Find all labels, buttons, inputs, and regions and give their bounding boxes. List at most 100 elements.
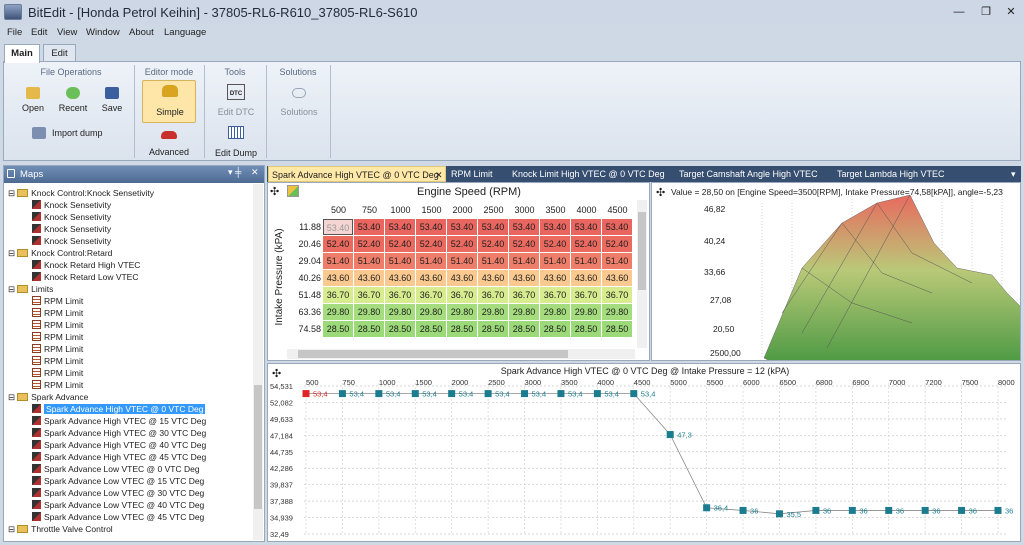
menu-about[interactable]: About — [129, 27, 154, 38]
grid-cell[interactable]: 29.80 — [571, 304, 601, 320]
close-button[interactable]: ✕ — [1000, 3, 1022, 21]
grid-cell[interactable]: 36.70 — [447, 287, 477, 303]
tree-item[interactable]: Spark Advance Low VTEC @ 30 VTC Deg — [32, 487, 204, 499]
grid-cell[interactable]: 36.70 — [509, 287, 539, 303]
grid-cell[interactable]: 28.50 — [447, 321, 477, 337]
tab-target-camshaft[interactable]: Target Camshaft Angle High VTEC — [679, 166, 818, 182]
grid-cell[interactable]: 53.40 — [323, 219, 353, 235]
tree-item[interactable]: RPM Limit — [32, 367, 83, 379]
grid-cell[interactable]: 51.40 — [540, 253, 570, 269]
grid-cell[interactable]: 36.70 — [385, 287, 415, 303]
grid-cell[interactable]: 53.40 — [571, 219, 601, 235]
minimize-button[interactable]: — — [948, 3, 970, 21]
tab-target-lambda[interactable]: Target Lambda High VTEC — [837, 166, 945, 182]
grid-cell[interactable]: 52.40 — [416, 236, 446, 252]
grid-cell[interactable]: 51.40 — [416, 253, 446, 269]
color-scale-icon[interactable] — [287, 185, 299, 197]
surface-plot-3d[interactable]: ✣ Value = 28,50 on [Engine Speed=3500[RP… — [651, 182, 1021, 361]
grid-cell[interactable]: 28.50 — [323, 321, 353, 337]
recent-button[interactable]: Recent — [54, 85, 92, 117]
menu-window[interactable]: Window — [86, 27, 120, 38]
tree-item[interactable]: RPM Limit — [32, 319, 83, 331]
menu-language[interactable]: Language — [164, 27, 206, 38]
grid-cell[interactable]: 51.40 — [354, 253, 384, 269]
grid-cell[interactable]: 43.60 — [571, 270, 601, 286]
grid-cell[interactable]: 53.40 — [478, 219, 508, 235]
grid-cell[interactable]: 52.40 — [323, 236, 353, 252]
tree-item[interactable]: Spark Advance High VTEC @ 15 VTC Deg — [32, 415, 206, 427]
grid-cell[interactable]: 53.40 — [540, 219, 570, 235]
open-button[interactable]: Open — [16, 85, 50, 117]
grid-cell[interactable]: 53.40 — [385, 219, 415, 235]
tab-spark-advance[interactable]: Spark Advance High VTEC @ 0 VTC Deg ✕ — [268, 166, 446, 182]
tree-item[interactable]: Spark Advance High VTEC @ 30 VTC Deg — [32, 427, 206, 439]
collapse-icon[interactable]: ⊟ — [8, 188, 15, 198]
app-icon[interactable] — [4, 4, 22, 20]
menu-view[interactable]: View — [57, 27, 77, 38]
grid-cell[interactable]: 36.70 — [540, 287, 570, 303]
grid-cell[interactable]: 28.50 — [571, 321, 601, 337]
grid-cell[interactable]: 52.40 — [478, 236, 508, 252]
tree-item[interactable]: Spark Advance Low VTEC @ 40 VTC Deg — [32, 499, 204, 511]
tab-close-icon[interactable]: ✕ — [435, 167, 443, 183]
grid-cell[interactable]: 29.80 — [416, 304, 446, 320]
grid-cell[interactable]: 36.70 — [602, 287, 632, 303]
grid-cell[interactable]: 28.50 — [478, 321, 508, 337]
tree-item[interactable]: Spark Advance Low VTEC @ 45 VTC Deg — [32, 511, 204, 523]
tree-item[interactable]: Spark Advance High VTEC @ 45 VTC Deg — [32, 451, 206, 463]
grid-vscroll-thumb[interactable] — [638, 212, 646, 290]
tab-main[interactable]: Main — [4, 44, 40, 63]
grid-cell[interactable]: 51.40 — [602, 253, 632, 269]
grid-cell[interactable]: 28.50 — [354, 321, 384, 337]
save-button[interactable]: Save — [96, 85, 128, 117]
grid-cell[interactable]: 52.40 — [540, 236, 570, 252]
grid-cell[interactable]: 29.80 — [602, 304, 632, 320]
grid-cell[interactable]: 43.60 — [323, 270, 353, 286]
tab-knock-limit[interactable]: Knock Limit High VTEC @ 0 VTC Deg — [512, 166, 665, 182]
grid-cell[interactable]: 53.40 — [416, 219, 446, 235]
collapse-icon[interactable]: ⊟ — [8, 248, 15, 258]
tree-item[interactable]: Knock Retard Low VTEC — [32, 271, 138, 283]
close-panel-icon[interactable]: ✕ — [251, 167, 259, 178]
advanced-mode-button[interactable]: Advanced — [144, 128, 194, 158]
grid-cell[interactable]: 28.50 — [540, 321, 570, 337]
simple-mode-button[interactable]: Simple — [142, 80, 196, 123]
grid-cell[interactable]: 51.40 — [385, 253, 415, 269]
grid-cell[interactable]: 52.40 — [385, 236, 415, 252]
grid-cell[interactable]: 29.80 — [323, 304, 353, 320]
grid-cell[interactable]: 51.40 — [571, 253, 601, 269]
pin-icon[interactable]: ▾ ╪ — [228, 167, 241, 178]
tree-item[interactable]: RPM Limit — [32, 379, 83, 391]
grid-cell[interactable]: 52.40 — [354, 236, 384, 252]
tree-item[interactable]: RPM Limit — [32, 295, 83, 307]
tree-item[interactable]: Knock Sensetivity — [32, 199, 111, 211]
import-dump-button[interactable]: Import dump — [32, 126, 114, 142]
tree-item[interactable]: RPM Limit — [32, 355, 83, 367]
grid-cell[interactable]: 52.40 — [447, 236, 477, 252]
grid-cell[interactable]: 53.40 — [354, 219, 384, 235]
tree-folder[interactable]: ⊟ Spark Advance — [8, 391, 88, 403]
tree-item[interactable]: Spark Advance High VTEC @ 0 VTC Deg — [32, 403, 206, 415]
grid-cell[interactable]: 28.50 — [416, 321, 446, 337]
tree-folder[interactable]: ⊟ Throttle Valve Control — [8, 523, 113, 535]
solutions-button[interactable]: Solutions — [274, 86, 324, 118]
edit-dump-button[interactable]: Edit Dump — [210, 124, 262, 158]
tree-item[interactable]: Knock Retard High VTEC — [32, 259, 140, 271]
grid-cell[interactable]: 29.80 — [385, 304, 415, 320]
grid-cell[interactable]: 51.40 — [478, 253, 508, 269]
grid-cell[interactable]: 29.80 — [478, 304, 508, 320]
collapse-icon[interactable]: ⊟ — [8, 284, 15, 294]
grid-cell[interactable]: 36.70 — [416, 287, 446, 303]
grid-cell[interactable]: 53.40 — [602, 219, 632, 235]
tab-edit[interactable]: Edit — [43, 44, 76, 62]
grid-cell[interactable]: 51.40 — [447, 253, 477, 269]
grid-cell[interactable]: 51.40 — [509, 253, 539, 269]
tree-item[interactable]: Spark Advance Low VTEC @ 0 VTC Deg — [32, 463, 200, 475]
grid-cell[interactable]: 43.60 — [540, 270, 570, 286]
grid-cell[interactable]: 43.60 — [354, 270, 384, 286]
tree-folder[interactable]: ⊟ Knock Control:Knock Sensetivity — [8, 187, 154, 199]
tree-item[interactable]: Knock Sensetivity — [32, 223, 111, 235]
grid-cell[interactable]: 43.60 — [447, 270, 477, 286]
tree-folder[interactable]: ⊟ Knock Control:Retard — [8, 247, 112, 259]
edit-dtc-button[interactable]: DTC Edit DTC — [212, 82, 260, 118]
